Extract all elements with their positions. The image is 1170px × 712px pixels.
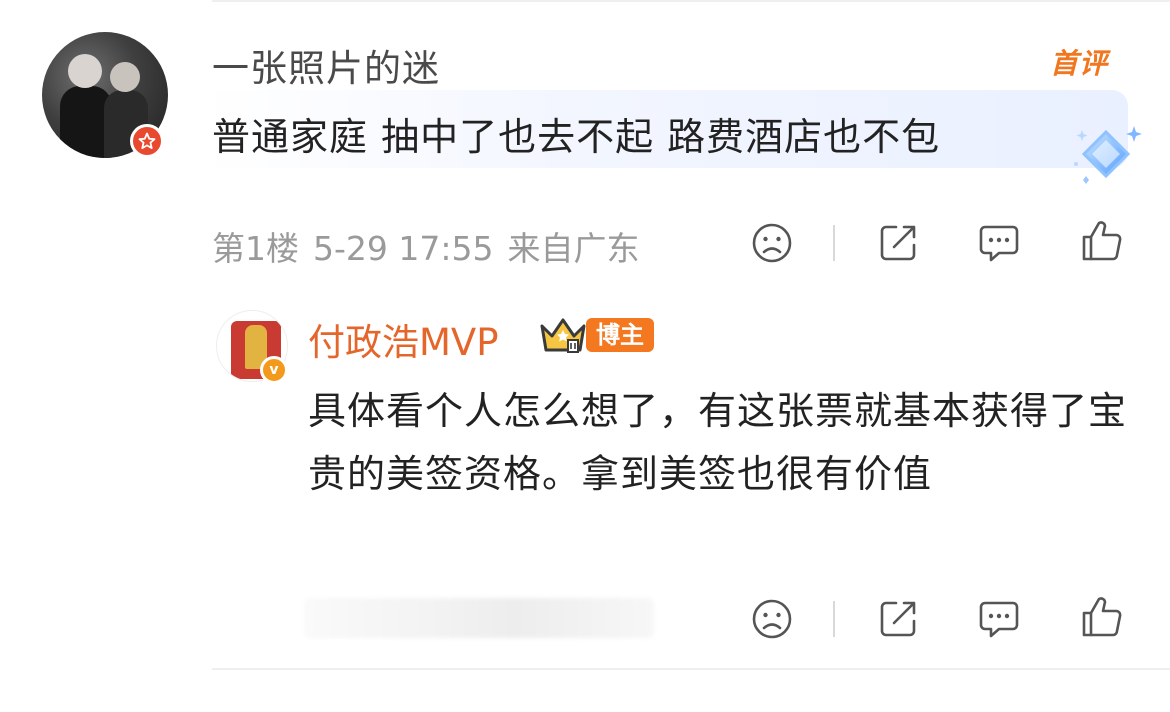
reply-username[interactable]: 付政浩MVP	[308, 312, 499, 366]
action-divider	[833, 225, 835, 261]
comment-meta: 第1楼 5-29 17:55 来自广东	[212, 222, 654, 270]
action-divider	[833, 601, 835, 637]
comment-location: 来自广东	[507, 229, 640, 268]
sad-face-icon[interactable]	[750, 597, 794, 641]
star-badge-icon	[130, 124, 164, 158]
comment-date-time: 5-29 17:55	[313, 229, 494, 268]
blurred-reply-meta	[304, 598, 654, 638]
like-icon[interactable]	[1080, 595, 1124, 639]
verified-v-icon: v	[260, 356, 288, 384]
comment-text: 普通家庭 抽中了也去不起 路费酒店也不包	[212, 115, 941, 159]
comment-icon[interactable]	[977, 221, 1021, 265]
top-divider	[212, 0, 1170, 2]
share-icon[interactable]	[876, 221, 920, 265]
comment-username[interactable]: 一张照片的迷	[212, 38, 440, 92]
like-icon[interactable]	[1080, 219, 1124, 263]
floor-label: 第1楼	[212, 229, 299, 268]
host-tag: 博主	[586, 318, 654, 352]
first-comment-badge: 首评	[1050, 47, 1109, 80]
sad-face-icon[interactable]	[750, 221, 794, 265]
comment-icon[interactable]	[977, 597, 1021, 641]
reply-text: 具体看个人怎么想了，有这张票就基本获得了宝贵的美签资格。拿到美签也很有价值	[308, 389, 1128, 496]
crown-icon	[540, 318, 586, 353]
bottom-divider	[212, 668, 1170, 670]
share-icon[interactable]	[876, 597, 920, 641]
diamond-sparkle-icon	[1074, 126, 1142, 184]
